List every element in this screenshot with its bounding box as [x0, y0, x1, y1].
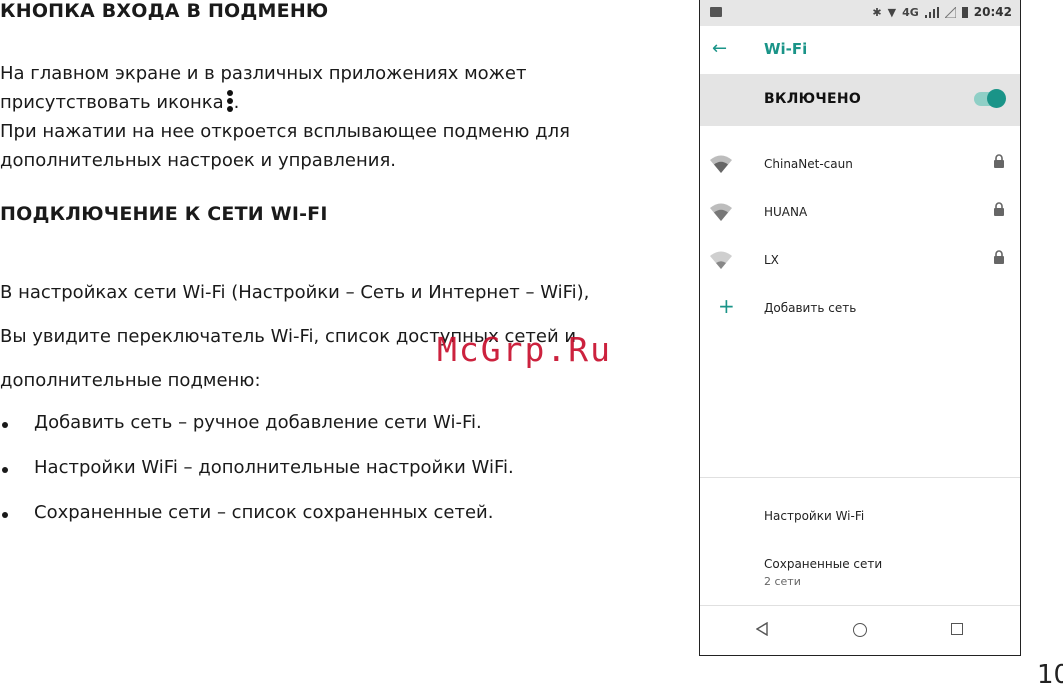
paragraph-submenu-line4: дополнительных настроек и управления.: [0, 150, 397, 171]
paragraph-submenu-line1: На главном экране и в различных приложен…: [0, 63, 527, 84]
paragraph-submenu-line2-end: .: [233, 92, 240, 113]
status-time: 20:42: [973, 5, 1012, 19]
wifi-signal-icon: [710, 155, 732, 173]
status-bar: ✱ ▼ 4G 20:42: [700, 0, 1020, 26]
app-bar-title: Wi-Fi: [764, 40, 808, 58]
add-network-item[interactable]: + Добавить сеть: [700, 286, 1020, 334]
wifi-toggle-row[interactable]: ВКЛЮЧЕНО: [700, 74, 1020, 126]
paragraph-wifi-line1: В настройках сети Wi-Fi (Настройки – Сет…: [0, 282, 590, 303]
battery-icon: [961, 6, 968, 18]
lock-icon: [994, 250, 1004, 264]
saved-networks-item[interactable]: Сохраненные сети: [764, 557, 882, 571]
paragraph-submenu-line2: присутствовать иконка.: [0, 88, 239, 117]
paragraph-submenu-line2-text: присутствовать иконка: [0, 92, 224, 113]
network-name: HUANA: [764, 205, 808, 219]
lock-icon: [994, 202, 1004, 216]
bluetooth-icon: ✱: [872, 5, 882, 19]
network-item-huana[interactable]: HUANA: [700, 190, 1020, 238]
switch-knob: [987, 89, 1006, 108]
more-vert-icon: [226, 90, 234, 114]
watermark: McGrp.Ru: [437, 330, 612, 369]
network-type-label: 4G: [902, 5, 919, 19]
status-icons: ✱ ▼ 4G 20:42: [872, 5, 1012, 19]
app-bar: ← Wi-Fi: [700, 26, 1020, 74]
bullet-dot-icon: [2, 467, 8, 473]
page-number: 10: [1037, 660, 1063, 690]
network-item-chinanet[interactable]: ChinaNet-caun: [700, 142, 1020, 190]
wifi-signal-icon: [710, 251, 732, 269]
section-title-wifi: ПОДКЛЮЧЕНИЕ К СЕТИ WI-FI: [0, 203, 328, 225]
paragraph-submenu-line3: При нажатии на нее откроется всплывающее…: [0, 121, 570, 142]
plus-icon: +: [718, 294, 735, 318]
wifi-settings-item[interactable]: Настройки Wi-Fi: [764, 509, 864, 523]
add-network-label: Добавить сеть: [764, 301, 857, 315]
signal-icon: [924, 6, 939, 18]
nav-back-icon[interactable]: [756, 622, 768, 636]
wifi-toggle-label: ВКЛЮЧЕНО: [764, 91, 862, 107]
wifi-switch[interactable]: [974, 89, 1006, 108]
arrow-left-icon[interactable]: ←: [712, 38, 727, 59]
phone-screenshot: ✱ ▼ 4G 20:42 ← Wi-Fi ВКЛЮЧЕНО ChinaNet-c…: [699, 0, 1021, 656]
bullet-dot-icon: [2, 512, 8, 518]
paragraph-wifi-line3: дополнительные подменю:: [0, 370, 261, 391]
network-item-lx[interactable]: LX: [700, 238, 1020, 286]
bullet-dot-icon: [2, 422, 8, 428]
nav-recents-icon[interactable]: [951, 623, 963, 635]
bullet-text: Добавить сеть – ручное добавление сети W…: [34, 412, 482, 433]
no-signal-icon: [944, 6, 956, 18]
bullet-text: Настройки WiFi – дополнительные настройк…: [34, 457, 514, 478]
lock-icon: [994, 154, 1004, 168]
nav-home-icon[interactable]: [853, 623, 867, 637]
wifi-menu-section: Настройки Wi-Fi Сохраненные сети 2 сети: [700, 477, 1020, 606]
image-notification-icon: [710, 7, 722, 17]
bullet-text: Сохраненные сети – список сохраненных се…: [34, 502, 494, 523]
navigation-bar: [700, 605, 1020, 655]
section-title-submenu: КНОПКА ВХОДА В ПОДМЕНЮ: [0, 0, 329, 22]
wifi-status-icon: ▼: [887, 5, 897, 19]
wifi-signal-icon: [710, 203, 732, 221]
saved-networks-count: 2 сети: [764, 575, 801, 588]
network-name: LX: [764, 253, 779, 267]
network-name: ChinaNet-caun: [764, 157, 853, 171]
